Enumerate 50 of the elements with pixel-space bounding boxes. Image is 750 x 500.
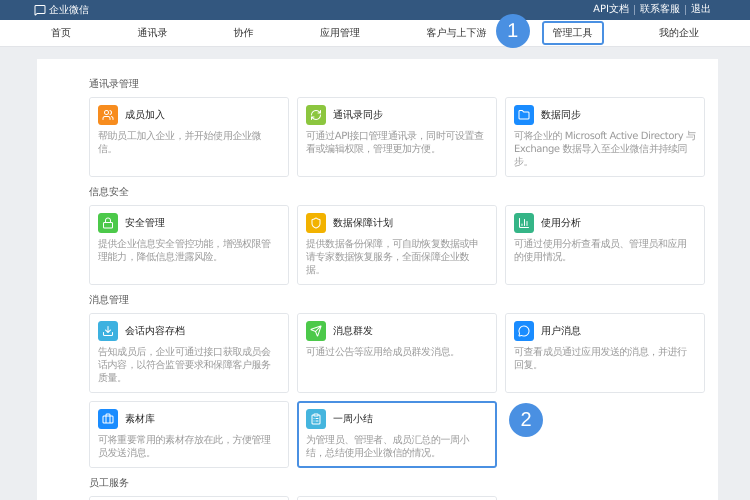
tool-card[interactable]: 数据同步 可将企业的 Microsoft Active Directory 与 Exchange 数据导入至企业微信并持续同步。: [505, 97, 705, 177]
tool-card[interactable]: 通讯录同步 可通过API接口管理通讯录，同时可设置查看或编辑权限，管理更加方便。: [297, 97, 497, 177]
logo-text: 企业微信: [49, 4, 89, 17]
tool-card[interactable]: 会话内容存档 告知成员后，企业可通过接口获取成员会话内容，以符合监管要求和保障客户服务质量。: [89, 313, 289, 393]
card-title: 安全管理: [125, 216, 165, 230]
tool-card[interactable]: 素材库 可将重要常用的素材存放在此，方便管理员发送消息。: [89, 401, 289, 468]
tool-card[interactable]: 使用分析 可通过使用分析查看成员、管理员和应用的使用情况。: [505, 205, 705, 285]
section-title: 员工服务: [89, 477, 130, 490]
card-description: 可查看成员通过应用发送的消息，并进行回复。: [514, 346, 688, 372]
card-description: 可将重要常用的素材存放在此，方便管理员发送消息。: [98, 434, 272, 460]
card-title: 数据同步: [541, 108, 581, 122]
nav-tab[interactable]: 我的企业: [648, 21, 710, 45]
card-title: 消息群发: [333, 324, 373, 338]
number-marker: 2: [509, 403, 543, 437]
nav-tab[interactable]: 首页: [40, 21, 82, 45]
logo-icon: [34, 4, 46, 16]
card-title: 数据保障计划: [333, 216, 393, 230]
card-title: 成员加入: [125, 108, 165, 122]
card-description: 可将企业的 Microsoft Active Directory 与 Exchange 数据导入至企业微信并持续同步。: [514, 130, 696, 169]
nav-tab[interactable]: 协作: [222, 21, 265, 45]
header-link[interactable]: 联系客服: [634, 5, 685, 15]
tool-card[interactable]: 安全管理 提供企业信息安全管控功能，增强权限管理能力，降低信息泄露风险。: [89, 205, 289, 285]
nav-tab[interactable]: 应用管理: [308, 21, 371, 45]
card-description: 提供企业信息安全管控功能，增强权限管理能力，降低信息泄露风险。: [98, 238, 272, 264]
section-title: 消息管理: [89, 294, 130, 307]
nav-tab[interactable]: 通讯录: [126, 21, 178, 45]
card-title: 一周小结: [333, 412, 373, 426]
number-marker: 1: [496, 14, 530, 48]
header-link[interactable]: 退出: [685, 5, 716, 15]
card-description: 为管理员、管理者、成员汇总的一周小结，总结使用企业微信的情况。: [306, 434, 470, 460]
card-description: 可通过公告等应用给成员群发消息。: [306, 346, 461, 359]
card-description: 可通过API接口管理通讯录，同时可设置查看或编辑权限，管理更加方便。: [306, 130, 485, 156]
tool-card[interactable]: 消息群发 可通过公告等应用给成员群发消息。: [297, 313, 497, 393]
nav-tab[interactable]: 管理工具: [542, 21, 604, 45]
card-title: 素材库: [125, 412, 155, 426]
tool-card[interactable]: 数据保障计划 提供数据备份保障，可自助恢复数据或申请专家数据恢复服务，全面保障企业数据。: [297, 205, 497, 285]
section-title: 通讯录管理: [89, 78, 140, 91]
card-title: 使用分析: [541, 216, 581, 230]
tool-card[interactable]: 成员加入 帮助员工加入企业，并开始使用企业微信。: [89, 97, 289, 177]
nav-tab[interactable]: 客户与上下游: [415, 21, 498, 45]
tool-card[interactable]: 用户消息 可查看成员通过应用发送的消息，并进行回复。: [505, 313, 705, 393]
card-description: 提供数据备份保障，可自助恢复数据或申请专家数据恢复服务，全面保障企业数据。: [306, 238, 480, 277]
section-title: 信息安全: [89, 186, 130, 199]
card-title: 会话内容存档: [125, 324, 185, 338]
card-description: 帮助员工加入企业，并开始使用企业微信。: [98, 130, 262, 156]
card-title: 通讯录同步: [333, 108, 383, 122]
card-description: 告知成员后，企业可通过接口获取成员会话内容，以符合监管要求和保障客户服务质量。: [98, 346, 272, 385]
card-description: 可通过使用分析查看成员、管理员和应用的使用情况。: [514, 238, 688, 264]
card-title: 用户消息: [541, 324, 581, 338]
header-link[interactable]: API文档: [588, 5, 634, 15]
